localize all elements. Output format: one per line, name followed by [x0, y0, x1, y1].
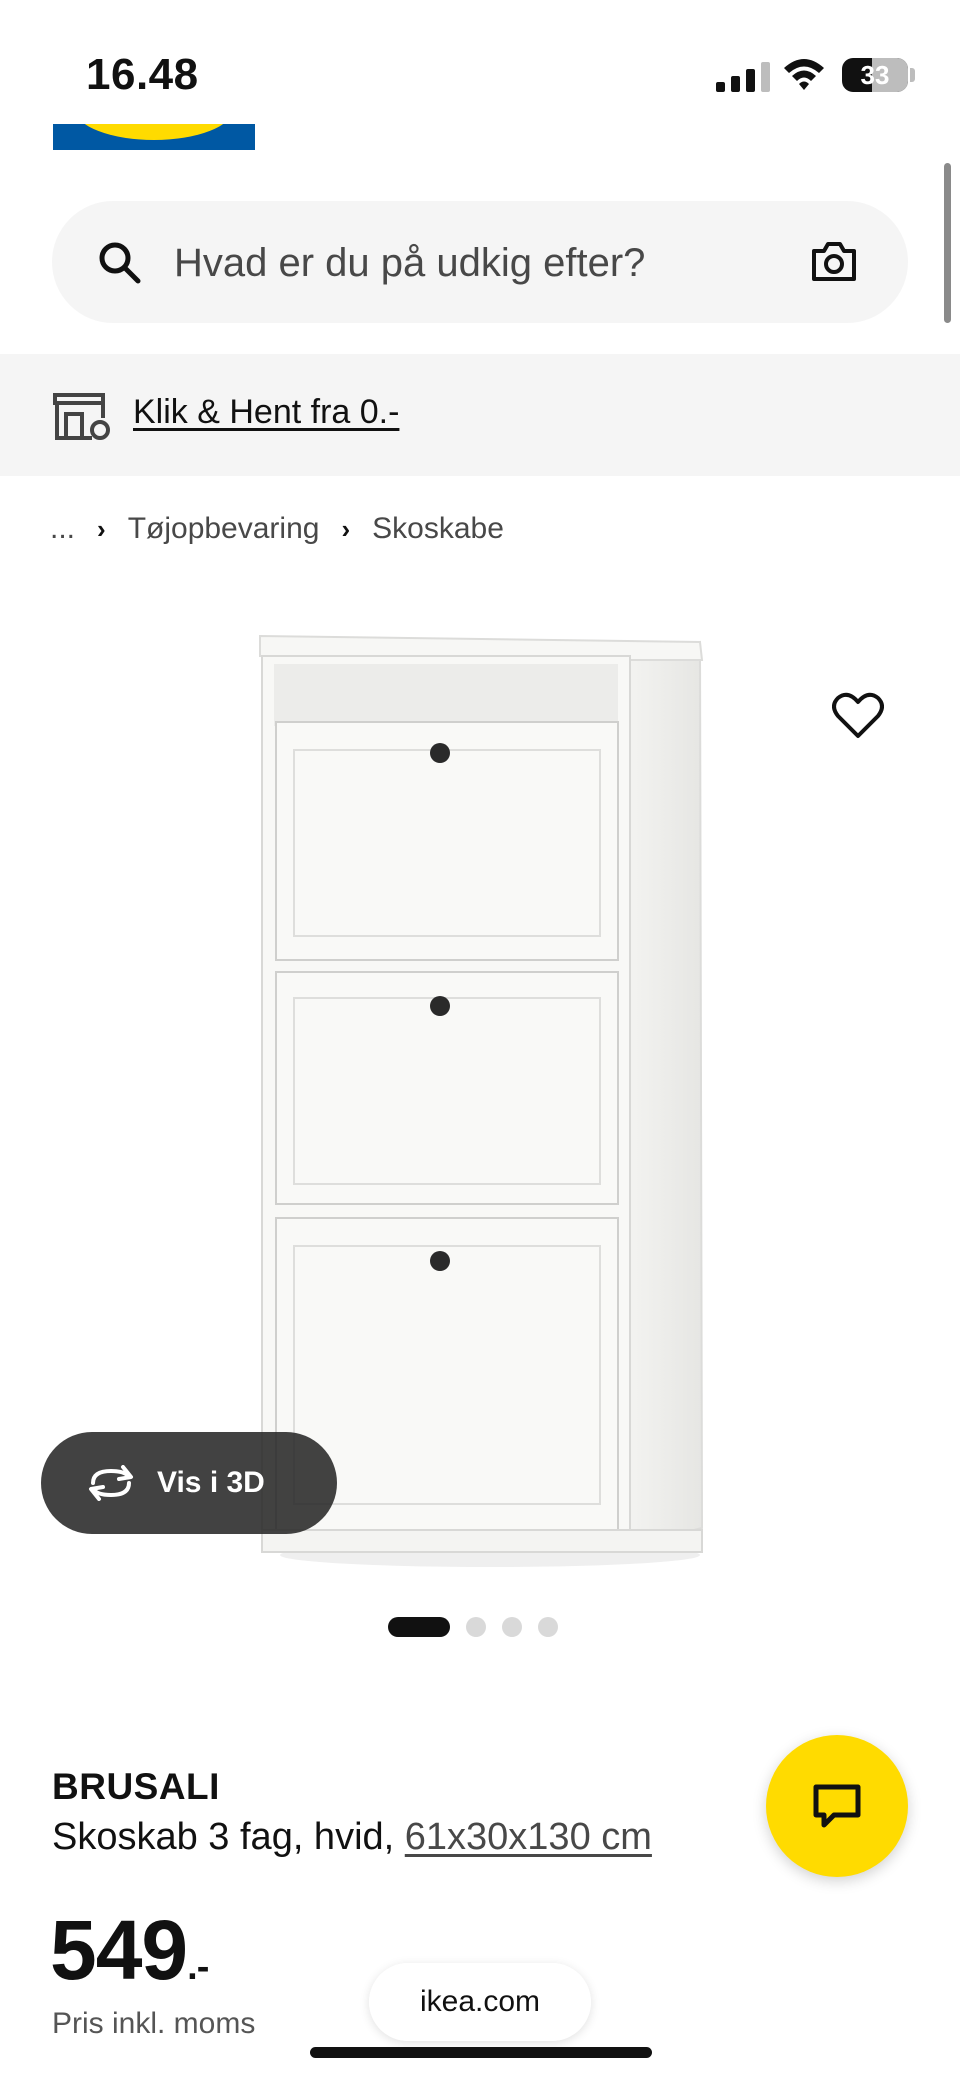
search-icon [99, 242, 141, 284]
chat-icon [813, 1784, 861, 1828]
product-price: 549.- [50, 1902, 209, 1999]
home-indicator[interactable] [310, 2047, 652, 2058]
rotate-3d-icon [89, 1465, 133, 1501]
price-suffix: .- [187, 1946, 209, 1988]
cellular-signal-icon [716, 62, 770, 92]
search-bar[interactable]: Hvad er du på udkig efter? [52, 201, 908, 323]
click-collect-banner[interactable]: Klik & Hent fra 0.- [0, 354, 960, 476]
image-pagination[interactable] [388, 1617, 558, 1637]
pagination-dot[interactable] [538, 1617, 558, 1637]
pagination-dot[interactable] [502, 1617, 522, 1637]
camera-icon[interactable] [810, 239, 858, 283]
chevron-right-icon: › [341, 513, 351, 544]
pagination-dot[interactable] [466, 1617, 486, 1637]
view-3d-button[interactable]: Vis i 3D [41, 1432, 337, 1534]
chevron-right-icon: › [97, 513, 106, 544]
product-name: BRUSALI [52, 1766, 220, 1807]
product-image[interactable] [250, 620, 720, 1570]
browser-url-pill[interactable]: ikea.com [369, 1963, 591, 2041]
heart-icon[interactable] [832, 692, 884, 740]
ikea-logo[interactable] [53, 124, 255, 150]
battery-icon: 33 [842, 58, 908, 92]
price-info: Pris inkl. moms [52, 2007, 256, 2040]
chat-button[interactable] [766, 1735, 908, 1877]
view-3d-label: Vis i 3D [157, 1466, 265, 1499]
cabinet-doors [275, 721, 619, 1531]
breadcrumb-item-shoe-cabinets[interactable]: Skoskabe [372, 512, 504, 546]
wifi-icon [784, 59, 824, 90]
status-time: 16.48 [86, 50, 199, 99]
breadcrumb-item-clothing-storage[interactable]: Tøjopbevaring [128, 512, 320, 546]
breadcrumb: ... › Tøjopbevaring › Skoskabe [50, 512, 504, 546]
product-description: Skoskab 3 fag, hvid, 61x30x130 cm [52, 1816, 652, 1859]
price-value: 549 [50, 1903, 188, 1997]
battery-nub [910, 68, 915, 82]
banner-link[interactable]: Klik & Hent fra 0.- [133, 393, 399, 432]
product-dimensions-link[interactable]: 61x30x130 cm [405, 1816, 652, 1858]
product-type: Skoskab 3 fag, hvid, [52, 1816, 405, 1858]
battery-level: 33 [860, 59, 890, 90]
scrollbar[interactable] [944, 163, 951, 323]
search-input[interactable]: Hvad er du på udkig efter? [174, 241, 645, 286]
pagination-dot-active[interactable] [388, 1617, 450, 1637]
store-pickup-icon [53, 393, 110, 440]
breadcrumb-ellipsis[interactable]: ... [50, 512, 75, 546]
